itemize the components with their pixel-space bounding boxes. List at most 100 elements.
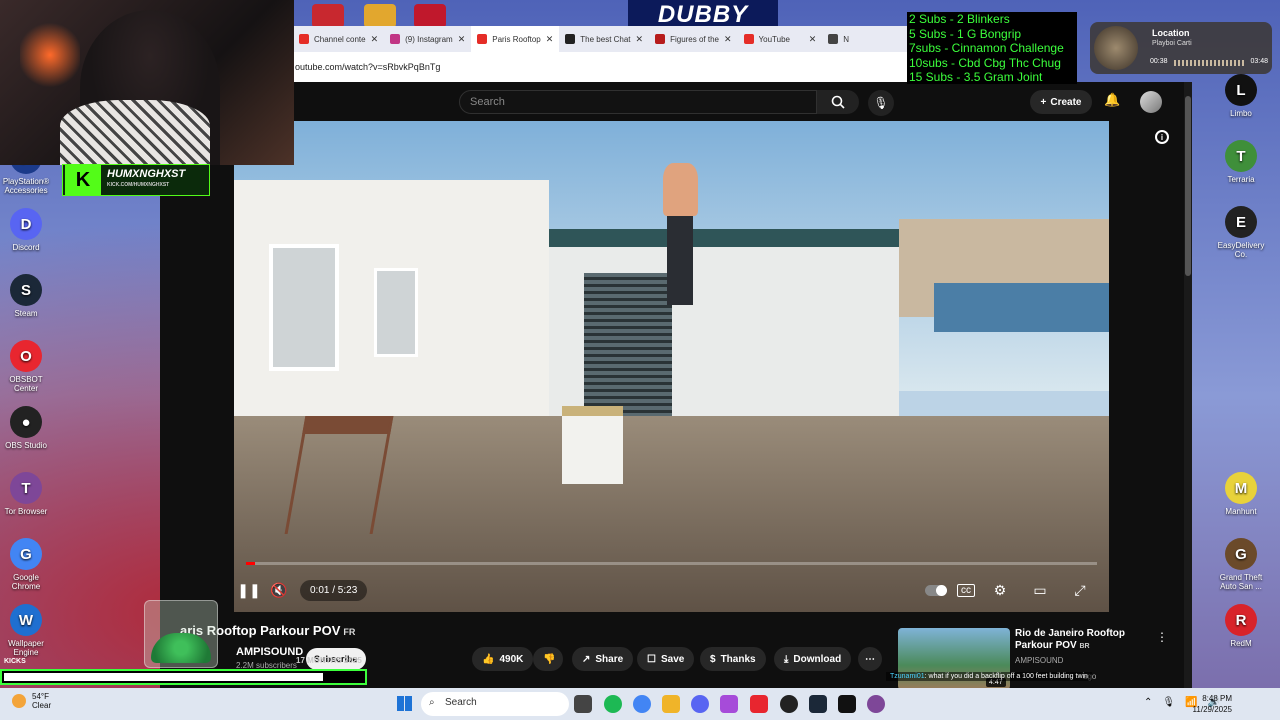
close-tab-icon[interactable]: ✕ (636, 34, 644, 45)
desktop-icon-label: Google Chrome (11, 573, 41, 591)
video-progress-bar[interactable] (246, 562, 1097, 565)
desktop-icon-label: Manhunt (1225, 507, 1257, 516)
settings-gear-icon[interactable]: ⚙ (985, 582, 1015, 599)
more-icon: ⋯ (865, 653, 875, 665)
app-icon: M (1225, 472, 1257, 504)
desktop-icon[interactable]: O OBSBOT Center (0, 340, 54, 393)
autoplay-toggle[interactable] (925, 584, 947, 596)
search-input[interactable]: Search (459, 90, 817, 114)
search-icon (831, 95, 845, 109)
sub-goal-item: 2 Subs - 2 Blinkers (909, 12, 1010, 26)
tab-title: N (843, 34, 850, 44)
account-avatar[interactable] (1140, 91, 1162, 113)
desktop-icon-label: Limbo (1230, 109, 1252, 118)
browser-tab[interactable]: The best Chat ✕ (559, 26, 649, 52)
dislike-button[interactable]: 👎 (533, 647, 563, 671)
weather-widget[interactable]: 54°F Clear (12, 692, 51, 710)
theater-mode-icon[interactable]: ▭ (1025, 582, 1055, 599)
fullscreen-icon[interactable]: ⤢ (1065, 582, 1095, 599)
browser-tab[interactable]: Paris Rooftop ✕ (471, 26, 560, 52)
close-tab-icon[interactable]: ✕ (724, 34, 732, 45)
info-icon[interactable]: i (1155, 130, 1169, 144)
mute-icon[interactable]: 🔇 (264, 582, 294, 599)
desktop-icon-label: PlayStation® Accessories (2, 177, 50, 195)
microphone-icon[interactable]: 🎙 (1162, 697, 1175, 708)
obs-icon[interactable] (780, 695, 798, 713)
taskbar: 54°F Clear ⌕ Search ⌃ 🎙 📶 🔊 8:48 PM 11/29/2… (0, 688, 1280, 720)
video-blue-roof (934, 283, 1109, 333)
browser-tab[interactable]: (9) Instagram ✕ (384, 26, 471, 52)
desktop-icon[interactable]: T Tor Browser (0, 472, 54, 516)
thanks-button[interactable]: $ Thanks (700, 647, 766, 671)
browser-tab[interactable]: Figures of the ✕ (649, 26, 737, 52)
desktop-icon[interactable]: R RedM (1213, 604, 1269, 648)
task-view-icon[interactable] (574, 695, 592, 713)
file-explorer-icon[interactable] (662, 695, 680, 713)
tab-favicon-icon (828, 34, 839, 44)
more-actions-button[interactable]: ⋯ (858, 647, 882, 671)
pause-icon[interactable]: ❚❚ (234, 582, 264, 599)
captions-icon[interactable]: cc (957, 583, 975, 597)
recommended-title[interactable]: Rio de Janeiro Rooftop Parkour POV BR (1015, 628, 1165, 653)
video-player[interactable]: ❚❚ 🔇 0:01 / 5:23 cc ⚙ ▭ ⤢ (234, 121, 1109, 612)
channel-name[interactable]: AMPISOUND (236, 646, 303, 658)
now-playing-widget: Location Playboi Carti 00:38 03:48 (1090, 22, 1272, 74)
close-tab-icon[interactable]: ✕ (546, 34, 554, 45)
desktop-icon[interactable]: D Discord (0, 208, 54, 252)
search-button[interactable] (817, 90, 859, 114)
spotify-icon[interactable] (604, 695, 622, 713)
tab-title: Figures of the (670, 34, 719, 44)
address-bar[interactable]: outube.com/watch?v=sRbvkPqBnTg (293, 52, 907, 82)
obsbot-icon[interactable] (750, 695, 768, 713)
like-button[interactable]: 👍 490K (472, 647, 534, 671)
recommended-menu-icon[interactable]: ⋮ (1156, 630, 1168, 644)
voice-search-button[interactable]: 🎙 (868, 90, 894, 116)
browser-tab[interactable]: YouTube ✕ (738, 26, 823, 52)
steam-icon[interactable] (809, 695, 827, 713)
windows-start-icon[interactable] (397, 696, 412, 711)
share-icon: ↗ (582, 653, 591, 665)
notifications-bell-icon[interactable]: 🔔 (1104, 92, 1120, 108)
discord-icon[interactable] (691, 695, 709, 713)
slot-icon (414, 4, 446, 28)
desktop-icon-label: Grand Theft Auto San ... (1219, 573, 1263, 591)
close-tab-icon[interactable]: ✕ (458, 34, 466, 45)
desktop-icon[interactable]: G Grand Theft Auto San ... (1213, 538, 1269, 591)
terminal-icon[interactable] (838, 695, 856, 713)
tab-favicon-icon (655, 34, 666, 44)
chrome-icon[interactable] (633, 695, 651, 713)
browser-tab[interactable]: Channel conte ✕ (293, 26, 384, 52)
twitch-icon[interactable] (720, 695, 738, 713)
download-button[interactable]: ⤓ Download (774, 647, 852, 671)
recommended-channel[interactable]: AMPISOUND (1015, 656, 1063, 665)
player-controls: ❚❚ 🔇 0:01 / 5:23 cc ⚙ ▭ ⤢ (234, 573, 1109, 607)
desktop-icon[interactable]: W Wallpaper Engine (0, 604, 54, 657)
scrollbar-thumb[interactable] (1185, 96, 1191, 276)
chat-username: Tzunami01 (890, 673, 925, 680)
weather-sun-icon (12, 694, 26, 708)
close-tab-icon[interactable]: ✕ (371, 34, 379, 45)
desktop-icon[interactable]: T Terraria (1213, 140, 1269, 184)
desktop-icon[interactable]: G Google Chrome (0, 538, 54, 591)
create-button[interactable]: + Create (1030, 90, 1092, 114)
app-icon: ● (10, 406, 42, 438)
chevron-up-icon[interactable]: ⌃ (1144, 697, 1152, 708)
app-icon: G (10, 538, 42, 570)
close-tab-icon[interactable]: ✕ (809, 34, 817, 45)
tor-icon[interactable] (867, 695, 885, 713)
desktop-icon[interactable]: S Steam (0, 274, 54, 318)
kick-banner: K HUMXNGHXST KICK.COM/HUMXNGHXST (62, 164, 210, 196)
clock[interactable]: 8:48 PM 11/29/2025 (1193, 693, 1232, 715)
app-icon: O (10, 340, 42, 372)
browser-tab[interactable]: N (822, 26, 907, 52)
desktop-icon[interactable]: E EasyDelivery Co. (1213, 206, 1269, 259)
taskbar-search[interactable]: ⌕ Search (421, 692, 569, 716)
share-button[interactable]: ↗ Share (572, 647, 634, 671)
sub-goal-fill (4, 673, 324, 681)
desktop-icon[interactable]: M Manhunt (1213, 472, 1269, 516)
page-scrollbar[interactable] (1184, 82, 1192, 688)
save-button[interactable]: ☐ Save (637, 647, 695, 671)
desktop-icon[interactable]: L Limbo (1213, 74, 1269, 118)
webcam-lamp (20, 20, 80, 90)
desktop-icon[interactable]: ● OBS Studio (0, 406, 54, 450)
